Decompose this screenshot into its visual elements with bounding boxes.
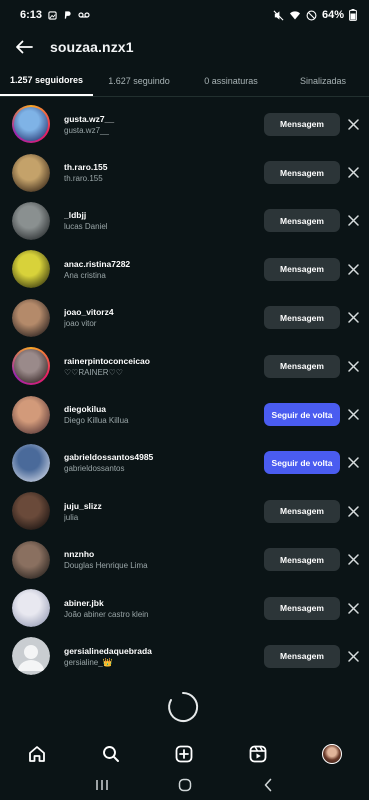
- tab-subscriptions[interactable]: 0 assinaturas: [185, 66, 277, 96]
- tabs-bar: 1.257 seguidores 1.627 seguindo 0 assina…: [0, 66, 369, 97]
- avatar[interactable]: [12, 250, 50, 289]
- message-button[interactable]: Mensagem: [264, 548, 340, 572]
- remove-follower-close-icon[interactable]: [345, 310, 361, 326]
- status-time: 6:13: [20, 9, 43, 21]
- recents-icon[interactable]: [90, 773, 114, 797]
- battery-icon: [349, 9, 357, 21]
- message-button[interactable]: Mensagem: [264, 644, 340, 668]
- follower-row[interactable]: rainerpintoconceicao ♡♡RAINER♡♡ Mensagem: [0, 342, 369, 390]
- home-circle-icon[interactable]: [173, 773, 197, 797]
- tab-following[interactable]: 1.627 seguindo: [93, 66, 185, 96]
- follower-row[interactable]: th.raro.155 th.raro.155 Mensagem: [0, 148, 369, 196]
- avatar-photo: [12, 250, 50, 289]
- do-not-disturb-icon: [306, 10, 317, 20]
- message-button[interactable]: Mensagem: [264, 306, 340, 330]
- remove-follower-close-icon[interactable]: [345, 213, 361, 229]
- follower-row[interactable]: anac.ristina7282 Ana cristina Mensagem: [0, 245, 369, 293]
- mute-icon: [273, 10, 284, 20]
- avatar-photo: [12, 589, 50, 628]
- message-button[interactable]: Mensagem: [264, 354, 340, 378]
- follow-back-button[interactable]: Seguir de volta: [264, 451, 340, 475]
- avatar-photo: [14, 107, 48, 142]
- message-button[interactable]: Mensagem: [264, 499, 340, 523]
- back-arrow-icon[interactable]: [12, 35, 36, 59]
- follower-row[interactable]: abiner.jbk João abiner castro klein Mensag…: [0, 584, 369, 632]
- avatar[interactable]: [12, 540, 50, 579]
- avatar[interactable]: [12, 395, 50, 434]
- avatar-photo: [14, 349, 48, 384]
- tab-flagged[interactable]: Sinalizadas: [277, 66, 369, 96]
- avatar[interactable]: [12, 443, 50, 482]
- message-button[interactable]: Mensagem: [264, 161, 340, 185]
- status-right: 64%: [273, 9, 357, 21]
- message-button[interactable]: Mensagem: [264, 257, 340, 281]
- avatar[interactable]: [12, 201, 50, 240]
- follower-row[interactable]: gabrieldossantos4985 gabrieldossantos Segu…: [0, 439, 369, 487]
- remove-follower-close-icon[interactable]: [345, 600, 361, 616]
- reels-icon[interactable]: [244, 740, 272, 768]
- header: souzaa.nzx1: [0, 30, 369, 64]
- avatar-photo: [12, 201, 50, 240]
- avatar[interactable]: [12, 589, 50, 628]
- remove-follower-close-icon[interactable]: [345, 648, 361, 664]
- paypal-notification-icon: [64, 11, 71, 19]
- avatar-photo: [12, 443, 50, 482]
- avatar[interactable]: [12, 637, 50, 676]
- battery-percent: 64%: [321, 9, 344, 21]
- status-bar: 6:13 64%: [0, 0, 369, 30]
- create-icon[interactable]: [170, 740, 198, 768]
- remove-follower-close-icon[interactable]: [345, 552, 361, 568]
- avatar-photo: [12, 540, 50, 579]
- avatar-photo: [12, 298, 50, 337]
- avatar-photo: [12, 153, 50, 192]
- avatar-photo: [12, 395, 50, 434]
- system-nav: [0, 770, 369, 800]
- remove-follower-close-icon[interactable]: [345, 165, 361, 181]
- voicemail-icon: [78, 12, 90, 18]
- message-button[interactable]: Mensagem: [264, 596, 340, 620]
- follower-row[interactable]: gersialinedaquebrada gersialine_👑 Mensagem: [0, 632, 369, 680]
- message-button[interactable]: Mensagem: [264, 112, 340, 136]
- remove-follower-close-icon[interactable]: [345, 358, 361, 374]
- tab-followers[interactable]: 1.257 seguidores: [0, 66, 93, 96]
- avatar-photo: [12, 492, 50, 531]
- back-chevron-icon[interactable]: [256, 773, 280, 797]
- profile-username-title: souzaa.nzx1: [50, 39, 134, 55]
- follower-row[interactable]: diegokilua Diego Killua Killua Seguir de v…: [0, 390, 369, 438]
- bottom-nav: [0, 738, 369, 770]
- wifi-icon: [289, 11, 300, 20]
- avatar[interactable]: [12, 492, 50, 531]
- follow-back-button[interactable]: Seguir de volta: [264, 403, 340, 427]
- remove-follower-close-icon[interactable]: [345, 261, 361, 277]
- message-button[interactable]: Mensagem: [264, 209, 340, 233]
- follower-row[interactable]: _ldbjj lucas Daniel Mensagem: [0, 197, 369, 245]
- status-left: 6:13: [20, 9, 90, 21]
- default-avatar-icon: [12, 637, 50, 676]
- remove-follower-close-icon[interactable]: [345, 116, 361, 132]
- avatar[interactable]: [12, 298, 50, 337]
- remove-follower-close-icon[interactable]: [345, 503, 361, 519]
- avatar[interactable]: [12, 105, 50, 144]
- avatar[interactable]: [12, 347, 50, 386]
- home-icon[interactable]: [23, 740, 51, 768]
- follower-row[interactable]: nnznho Douglas Henrique Lima Mensagem: [0, 536, 369, 584]
- avatar[interactable]: [12, 153, 50, 192]
- followers-list: gusta.wz7__ gusta.wz7__ Mensagem th.raro.15…: [0, 100, 369, 681]
- search-icon[interactable]: [97, 740, 125, 768]
- image-notification-icon: [48, 10, 57, 20]
- follower-row[interactable]: gusta.wz7__ gusta.wz7__ Mensagem: [0, 100, 369, 148]
- follower-row[interactable]: joao_vitorz4 joao vitor Mensagem: [0, 294, 369, 342]
- profile-avatar[interactable]: [318, 740, 346, 768]
- remove-follower-close-icon[interactable]: [345, 407, 361, 423]
- follower-row[interactable]: juju_slizz julia Mensagem: [0, 487, 369, 535]
- loading-spinner-icon: [168, 691, 199, 722]
- remove-follower-close-icon[interactable]: [345, 455, 361, 471]
